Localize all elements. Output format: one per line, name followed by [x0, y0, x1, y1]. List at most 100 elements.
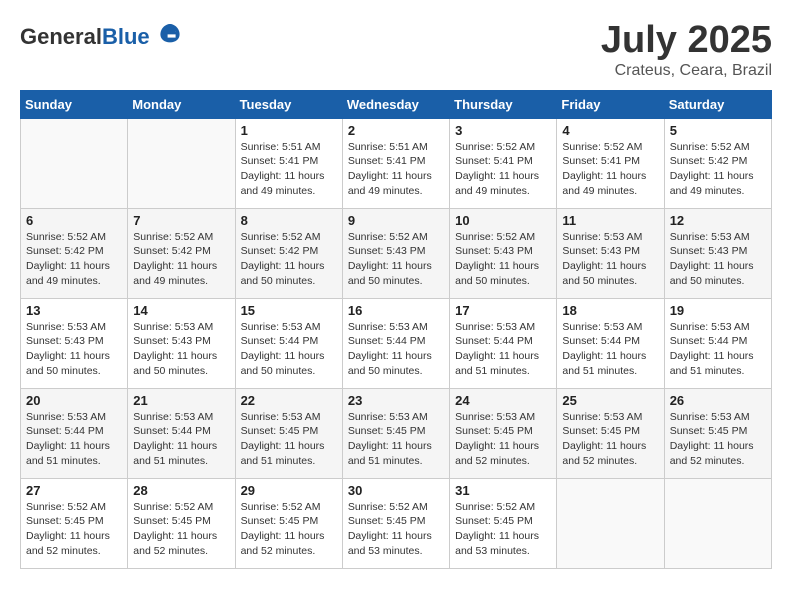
day-cell: 11Sunrise: 5:53 AM Sunset: 5:43 PM Dayli… [557, 208, 664, 298]
day-cell: 18 Sunrise: 5:53 AM Sunset: 5:44 PM Dayli… [557, 298, 664, 388]
day-info: Sunrise: 5:52 AM Sunset: 5:45 PM Dayligh… [26, 500, 122, 559]
day-number: 3 [455, 123, 551, 138]
day-number: 14 [133, 303, 229, 318]
day-info: Sunrise: 5:53 AM Sunset: 5:45 PM Dayligh… [241, 410, 337, 469]
day-info: Sunrise: 5:51 AM Sunset: 5:41 PM Dayligh… [348, 140, 444, 199]
day-info: Sunrise: 5:53 AM Sunset: 5:43 PM Dayligh… [562, 230, 658, 289]
day-cell [557, 478, 664, 568]
logo-general-text: General [20, 24, 102, 49]
day-number: 26 [670, 393, 766, 408]
day-cell: 13 Sunrise: 5:53 AM Sunset: 5:43 PM Dayli… [21, 298, 128, 388]
day-info: Sunrise: 5:52 AM Sunset: 5:45 PM Dayligh… [348, 500, 444, 559]
day-cell: 8 Sunrise: 5:52 AM Sunset: 5:42 PM Daylig… [235, 208, 342, 298]
month-title: July 2025 [601, 20, 772, 62]
logo: GeneralBlue [20, 20, 182, 49]
day-info: Sunrise: 5:53 AM Sunset: 5:44 PM Dayligh… [455, 320, 551, 379]
day-cell: 31 Sunrise: 5:52 AM Sunset: 5:45 PM Dayli… [450, 478, 557, 568]
day-header-monday: Monday [128, 90, 235, 118]
logo-blue-text: Blue [102, 24, 150, 49]
day-number: 6 [26, 213, 122, 228]
day-number: 8 [241, 213, 337, 228]
day-number: 21 [133, 393, 229, 408]
day-cell: 2 Sunrise: 5:51 AM Sunset: 5:41 PM Daylig… [342, 118, 449, 208]
day-cell: 20 Sunrise: 5:53 AM Sunset: 5:44 PM Dayli… [21, 388, 128, 478]
day-cell: 25Sunrise: 5:53 AM Sunset: 5:45 PM Dayli… [557, 388, 664, 478]
day-cell: 10 Sunrise: 5:52 AM Sunset: 5:43 PM Dayli… [450, 208, 557, 298]
day-header-tuesday: Tuesday [235, 90, 342, 118]
day-number: 23 [348, 393, 444, 408]
day-cell: 19 Sunrise: 5:53 AM Sunset: 5:44 PM Dayli… [664, 298, 771, 388]
day-header-thursday: Thursday [450, 90, 557, 118]
day-number: 24 [455, 393, 551, 408]
week-row-2: 6 Sunrise: 5:52 AM Sunset: 5:42 PM Daylig… [21, 208, 772, 298]
title-block: July 2025 Crateus, Ceara, Brazil [601, 20, 772, 80]
day-cell: 1 Sunrise: 5:51 AM Sunset: 5:41 PM Daylig… [235, 118, 342, 208]
day-number: 20 [26, 393, 122, 408]
day-number: 18 [562, 303, 658, 318]
day-info: Sunrise: 5:52 AM Sunset: 5:45 PM Dayligh… [133, 500, 229, 559]
day-cell: 3 Sunrise: 5:52 AM Sunset: 5:41 PM Daylig… [450, 118, 557, 208]
day-number: 17 [455, 303, 551, 318]
day-info: Sunrise: 5:53 AM Sunset: 5:44 PM Dayligh… [26, 410, 122, 469]
day-cell: 27 Sunrise: 5:52 AM Sunset: 5:45 PM Dayli… [21, 478, 128, 568]
day-cell: 26 Sunrise: 5:53 AM Sunset: 5:45 PM Dayli… [664, 388, 771, 478]
day-number: 1 [241, 123, 337, 138]
day-number: 10 [455, 213, 551, 228]
day-info: Sunrise: 5:53 AM Sunset: 5:43 PM Dayligh… [670, 230, 766, 289]
day-info: Sunrise: 5:52 AM Sunset: 5:42 PM Dayligh… [241, 230, 337, 289]
day-info: Sunrise: 5:53 AM Sunset: 5:44 PM Dayligh… [133, 410, 229, 469]
day-info: Sunrise: 5:52 AM Sunset: 5:45 PM Dayligh… [455, 500, 551, 559]
day-info: Sunrise: 5:52 AM Sunset: 5:43 PM Dayligh… [455, 230, 551, 289]
day-number: 31 [455, 483, 551, 498]
day-info: Sunrise: 5:53 AM Sunset: 5:45 PM Dayligh… [670, 410, 766, 469]
day-number: 7 [133, 213, 229, 228]
day-info: Sunrise: 5:52 AM Sunset: 5:45 PM Dayligh… [241, 500, 337, 559]
day-cell: 22 Sunrise: 5:53 AM Sunset: 5:45 PM Dayli… [235, 388, 342, 478]
day-cell: 4Sunrise: 5:52 AM Sunset: 5:41 PM Daylig… [557, 118, 664, 208]
day-info: Sunrise: 5:52 AM Sunset: 5:41 PM Dayligh… [455, 140, 551, 199]
day-info: Sunrise: 5:52 AM Sunset: 5:41 PM Dayligh… [562, 140, 658, 199]
day-header-saturday: Saturday [664, 90, 771, 118]
logo-icon [158, 20, 182, 44]
day-cell: 5 Sunrise: 5:52 AM Sunset: 5:42 PM Daylig… [664, 118, 771, 208]
day-info: Sunrise: 5:52 AM Sunset: 5:42 PM Dayligh… [670, 140, 766, 199]
day-info: Sunrise: 5:52 AM Sunset: 5:42 PM Dayligh… [26, 230, 122, 289]
day-cell: 7 Sunrise: 5:52 AM Sunset: 5:42 PM Daylig… [128, 208, 235, 298]
day-number: 12 [670, 213, 766, 228]
day-cell: 16 Sunrise: 5:53 AM Sunset: 5:44 PM Dayli… [342, 298, 449, 388]
day-info: Sunrise: 5:53 AM Sunset: 5:43 PM Dayligh… [26, 320, 122, 379]
week-row-5: 27 Sunrise: 5:52 AM Sunset: 5:45 PM Dayli… [21, 478, 772, 568]
day-number: 13 [26, 303, 122, 318]
day-cell: 30 Sunrise: 5:52 AM Sunset: 5:45 PM Dayli… [342, 478, 449, 568]
day-number: 19 [670, 303, 766, 318]
calendar-table: SundayMondayTuesdayWednesdayThursdayFrid… [20, 90, 772, 569]
day-cell: 23 Sunrise: 5:53 AM Sunset: 5:45 PM Dayli… [342, 388, 449, 478]
day-info: Sunrise: 5:53 AM Sunset: 5:44 PM Dayligh… [670, 320, 766, 379]
day-number: 5 [670, 123, 766, 138]
day-cell: 29Sunrise: 5:52 AM Sunset: 5:45 PM Dayli… [235, 478, 342, 568]
day-cell: 9Sunrise: 5:52 AM Sunset: 5:43 PM Daylig… [342, 208, 449, 298]
day-info: Sunrise: 5:53 AM Sunset: 5:44 PM Dayligh… [562, 320, 658, 379]
day-header-sunday: Sunday [21, 90, 128, 118]
day-cell: 12 Sunrise: 5:53 AM Sunset: 5:43 PM Dayli… [664, 208, 771, 298]
day-number: 16 [348, 303, 444, 318]
day-number: 22 [241, 393, 337, 408]
day-info: Sunrise: 5:53 AM Sunset: 5:45 PM Dayligh… [455, 410, 551, 469]
day-cell: 28Sunrise: 5:52 AM Sunset: 5:45 PM Dayli… [128, 478, 235, 568]
day-number: 30 [348, 483, 444, 498]
day-info: Sunrise: 5:53 AM Sunset: 5:45 PM Dayligh… [348, 410, 444, 469]
week-row-3: 13 Sunrise: 5:53 AM Sunset: 5:43 PM Dayli… [21, 298, 772, 388]
day-header-wednesday: Wednesday [342, 90, 449, 118]
location: Crateus, Ceara, Brazil [601, 62, 772, 80]
day-info: Sunrise: 5:52 AM Sunset: 5:42 PM Dayligh… [133, 230, 229, 289]
day-info: Sunrise: 5:53 AM Sunset: 5:44 PM Dayligh… [241, 320, 337, 379]
day-cell [21, 118, 128, 208]
day-number: 2 [348, 123, 444, 138]
day-info: Sunrise: 5:53 AM Sunset: 5:44 PM Dayligh… [348, 320, 444, 379]
day-number: 27 [26, 483, 122, 498]
day-cell: 24 Sunrise: 5:53 AM Sunset: 5:45 PM Dayli… [450, 388, 557, 478]
day-info: Sunrise: 5:53 AM Sunset: 5:45 PM Dayligh… [562, 410, 658, 469]
day-cell: 6 Sunrise: 5:52 AM Sunset: 5:42 PM Daylig… [21, 208, 128, 298]
day-number: 15 [241, 303, 337, 318]
day-info: Sunrise: 5:51 AM Sunset: 5:41 PM Dayligh… [241, 140, 337, 199]
